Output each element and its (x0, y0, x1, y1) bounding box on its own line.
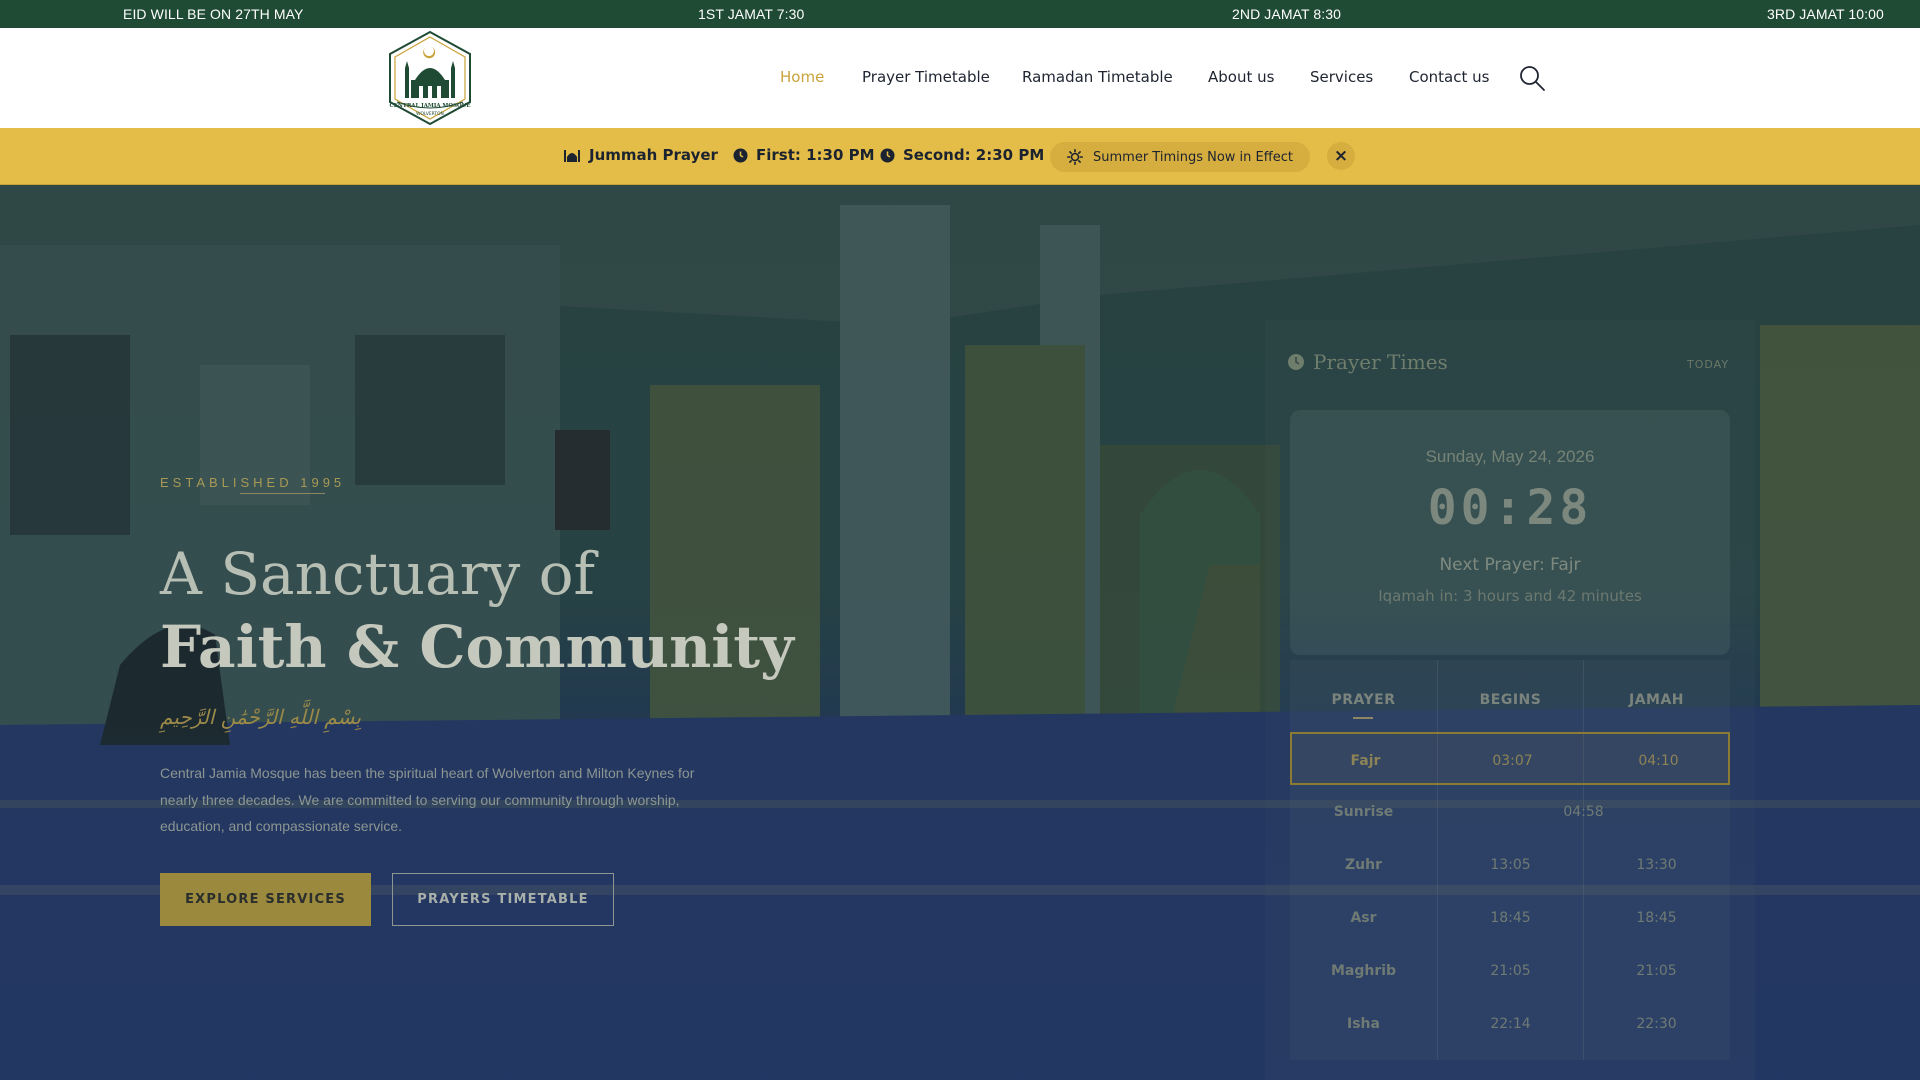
clock-icon (880, 148, 895, 162)
prayer-name: Sunrise (1333, 804, 1394, 820)
prayer-begins: 13:05 (1490, 857, 1531, 873)
mosque-logo-icon: CENTRAL JAMIA MOSQUE WOLVERTON (389, 30, 471, 126)
prayer-row-fajr: Fajr 03:07 04:10 (1290, 732, 1730, 785)
prayer-jamah: 13:30 (1636, 857, 1677, 873)
prayers-timetable-button[interactable]: PRAYERS TIMETABLE (392, 873, 614, 926)
jummah-announcement-bar: Jummah Prayer First: 1:30 PM Second: 2:3… (0, 128, 1920, 185)
prayer-begins: 04:58 (1563, 804, 1604, 820)
jummah-second-time: Second: 2:30 PM (880, 146, 1044, 164)
close-announcement-button[interactable]: × (1327, 142, 1355, 170)
prayer-begins: 21:05 (1490, 963, 1531, 979)
current-date: Sunday, May 24, 2026 (1425, 447, 1595, 466)
summer-timings-badge: Summer Timings Now in Effect (1050, 142, 1310, 172)
hero-description: Central Jamia Mosque has been the spirit… (160, 765, 695, 834)
ticker-jamat-2: 2ND JAMAT 8:30 (1232, 6, 1342, 22)
hero-section: ESTABLISHED 1995 A Sanctuary of Faith & … (0, 185, 1920, 1080)
nav-contact-us[interactable]: Contact us (1409, 68, 1489, 86)
prayer-name: Maghrib (1330, 963, 1397, 979)
prayer-name: Isha (1347, 1016, 1380, 1032)
search-icon (1520, 66, 1545, 91)
prayer-row-zuhr: Zuhr 13:05 13:30 (1290, 838, 1730, 891)
prayer-row-sunrise: Sunrise 04:58 (1290, 785, 1730, 838)
prayer-begins: 03:07 (1492, 753, 1533, 769)
ticker-eid: EID WILL BE ON 27TH MAY (123, 6, 304, 22)
svg-text:WOLVERTON: WOLVERTON (416, 111, 444, 117)
prayer-begins: 18:45 (1490, 910, 1531, 926)
prayer-row-asr: Asr 18:45 18:45 (1290, 891, 1730, 944)
prayer-jamah: 21:05 (1636, 963, 1677, 979)
mosque-icon (564, 150, 580, 162)
prayer-row-isha: Isha 22:14 22:30 (1290, 997, 1730, 1050)
ticker-jamat-3: 3RD JAMAT 10:00 (1767, 6, 1884, 22)
announcement-ticker: EID WILL BE ON 27TH MAY 1ST JAMAT 7:30 2… (0, 0, 1920, 28)
nav-ramadan-timetable[interactable]: Ramadan Timetable (1022, 68, 1173, 86)
current-time: 00:28 (1427, 480, 1593, 536)
clock-icon (733, 148, 748, 162)
ticker-jamat-1: 1ST JAMAT 7:30 (698, 6, 805, 22)
today-label: TODAY (1687, 358, 1730, 371)
prayer-begins: 22:14 (1490, 1016, 1531, 1032)
prayer-name: Fajr (1350, 753, 1381, 769)
sun-icon (1067, 149, 1083, 165)
prayer-jamah: 04:10 (1638, 753, 1679, 769)
countdown-card: Sunday, May 24, 2026 00:28 Next Prayer: … (1290, 410, 1730, 655)
established-underline (240, 493, 325, 494)
prayer-times-table: PRAYER BEGINS JAMAH Fajr 03:07 04:10 Sun… (1290, 660, 1730, 1060)
clock-icon (1288, 354, 1304, 370)
prayer-header-underline (1353, 717, 1373, 719)
prayer-times-widget: Prayer Times TODAY Sunday, May 24, 2026 … (1265, 320, 1755, 1080)
site-header: CENTRAL JAMIA MOSQUE WOLVERTON Home Pray… (0, 28, 1920, 128)
hero-title-line-1: A Sanctuary of (160, 540, 596, 608)
nav-prayer-timetable[interactable]: Prayer Timetable (862, 68, 990, 86)
prayer-jamah: 18:45 (1636, 910, 1677, 926)
prayer-times-heading: Prayer Times (1287, 350, 1448, 374)
hero-title-line-2: Faith & Community (160, 613, 794, 681)
mosque-logo[interactable]: CENTRAL JAMIA MOSQUE WOLVERTON (385, 30, 475, 126)
search-button[interactable] (1518, 64, 1546, 92)
column-header-begins: BEGINS (1479, 692, 1542, 708)
jummah-first-time: First: 1:30 PM (733, 146, 875, 164)
column-header-prayer: PRAYER (1331, 692, 1396, 708)
prayer-name: Zuhr (1345, 857, 1382, 873)
iqamah-countdown: Iqamah in: 3 hours and 42 minutes (1378, 587, 1642, 605)
close-icon: × (1333, 146, 1349, 166)
prayer-name: Asr (1350, 910, 1377, 926)
next-prayer: Next Prayer: Fajr (1439, 555, 1581, 575)
prayer-jamah: 22:30 (1636, 1016, 1677, 1032)
explore-services-button[interactable]: EXPLORE SERVICES (160, 873, 371, 926)
established-label: ESTABLISHED 1995 (160, 475, 346, 490)
svg-text:CENTRAL JAMIA MOSQUE: CENTRAL JAMIA MOSQUE (389, 103, 470, 109)
nav-services[interactable]: Services (1310, 68, 1373, 86)
column-header-jamah: JAMAH (1628, 692, 1685, 708)
nav-home[interactable]: Home (780, 68, 824, 86)
prayer-row-maghrib: Maghrib 21:05 21:05 (1290, 944, 1730, 997)
nav-about-us[interactable]: About us (1208, 68, 1274, 86)
bismillah-text: بِسْمِ اللَّهِ الرَّحْمَٰنِ الرَّحِيمِ (160, 705, 362, 729)
jummah-label: Jummah Prayer (563, 146, 718, 164)
